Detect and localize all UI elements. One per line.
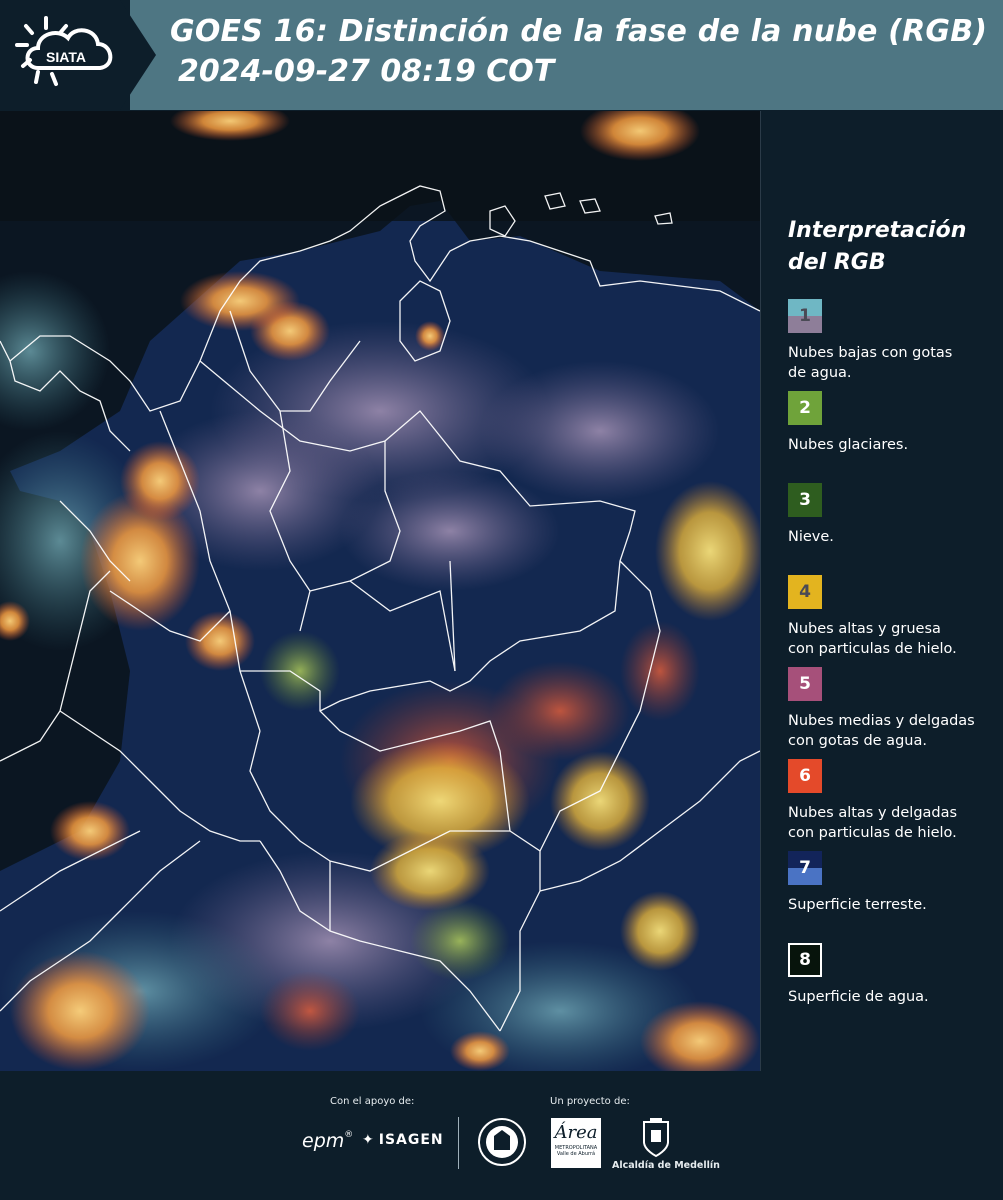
- logo-text: SIATA: [46, 49, 86, 65]
- legend-title-line2: del RGB: [788, 250, 886, 275]
- legend-label: Nubes glaciares.: [788, 435, 908, 455]
- epm-logo: epm®: [302, 1130, 354, 1152]
- legend-label: Superficie de agua.: [788, 987, 929, 1007]
- alcaldia-label: Alcaldía de Medellín: [612, 1160, 720, 1171]
- footer-divider: [458, 1117, 459, 1169]
- legend-label: Nubes medias y delgadas con gotas de agua…: [788, 711, 975, 751]
- legend-item: 7 Superficie terreste.: [788, 851, 993, 943]
- legend: Interpretación del RGB 1 Nubes bajas con …: [788, 215, 993, 1035]
- legend-number: 1: [799, 306, 811, 326]
- legend-items: 1 Nubes bajas con gotas de agua. 2 Nubes gla…: [788, 299, 993, 1035]
- support-label: Con el apoyo de:: [330, 1096, 415, 1107]
- isagen-star-icon: ✦: [362, 1132, 375, 1148]
- legend-swatch: 7: [788, 851, 822, 885]
- legend-label-line1: Superficie de agua.: [788, 989, 929, 1005]
- legend-number: 8: [799, 950, 811, 970]
- university-seal-icon: [478, 1118, 526, 1166]
- legend-label-line1: Nieve.: [788, 529, 834, 545]
- siata-logo-icon: SIATA: [15, 16, 113, 86]
- legend-item: 1 Nubes bajas con gotas de agua.: [788, 299, 993, 391]
- legend-swatch: 5: [788, 667, 822, 701]
- legend-number: 2: [799, 398, 811, 418]
- legend-item: 4 Nubes altas y gruesa con particulas de h…: [788, 575, 993, 667]
- area-logo-text: Área: [554, 1122, 598, 1143]
- area-logo-sub2: Valle de Aburrá: [556, 1151, 596, 1157]
- legend-item: 5 Nubes medias y delgadas con gotas de agu…: [788, 667, 993, 759]
- legend-swatch: 4: [788, 575, 822, 609]
- logo-arrow: [120, 0, 156, 110]
- legend-number: 7: [799, 858, 811, 878]
- legend-title-line1: Interpretación: [788, 218, 967, 243]
- legend-label: Nieve.: [788, 527, 834, 547]
- legend-label-line2: con gotas de agua.: [788, 733, 927, 749]
- legend-label-line1: Nubes medias y delgadas: [788, 713, 975, 729]
- page-title: GOES 16: Distinción de la fase de la nub…: [170, 14, 988, 49]
- legend-label: Nubes bajas con gotas de agua.: [788, 343, 952, 383]
- legend-label-line2: con particulas de hielo.: [788, 641, 957, 657]
- legend-label-line1: Nubes bajas con gotas: [788, 345, 953, 361]
- legend-item: 3 Nieve.: [788, 483, 993, 575]
- legend-swatch: 3: [788, 483, 822, 517]
- legend-label-line2: de agua.: [788, 365, 852, 381]
- epm-logo-text: epm: [302, 1130, 345, 1152]
- legend-swatch: 1: [788, 299, 822, 333]
- legend-label-line2: con particulas de hielo.: [788, 825, 957, 841]
- legend-label-line1: Nubes altas y delgadas: [788, 805, 958, 821]
- legend-number: 4: [799, 582, 811, 602]
- alcaldia-shield-icon: [643, 1118, 669, 1158]
- header-bar: SIATA GOES 16: Distinción de la fase de …: [0, 0, 1003, 110]
- legend-swatch: 6: [788, 759, 822, 793]
- logo-block: SIATA: [0, 0, 130, 110]
- legend-swatch: 2: [788, 391, 822, 425]
- area-metropolitana-logo: Área METROPOLITANA Valle de Aburrá: [551, 1118, 601, 1168]
- legend-number: 6: [799, 766, 811, 786]
- satellite-map: [0, 111, 761, 1071]
- legend-number: 3: [799, 490, 811, 510]
- legend-item: 2 Nubes glaciares.: [788, 391, 993, 483]
- legend-item: 6 Nubes altas y delgadas con particulas de…: [788, 759, 993, 851]
- legend-number: 5: [799, 674, 811, 694]
- satellite-image: [0, 111, 760, 1071]
- legend-label-line1: Superficie terreste.: [788, 897, 927, 913]
- legend-label: Superficie terreste.: [788, 895, 927, 915]
- legend-swatch: 8: [788, 943, 822, 977]
- timestamp: 2024-09-27 08:19 COT: [178, 54, 555, 89]
- legend-label: Nubes altas y delgadas con particulas de …: [788, 803, 957, 843]
- legend-label: Nubes altas y gruesa con particulas de hi…: [788, 619, 957, 659]
- legend-item: 8 Superficie de agua.: [788, 943, 993, 1035]
- legend-label-line1: Nubes glaciares.: [788, 437, 909, 453]
- legend-label-line1: Nubes altas y gruesa: [788, 621, 941, 637]
- isagen-logo-text: ISAGEN: [378, 1132, 444, 1148]
- project-label: Un proyecto de:: [550, 1096, 630, 1107]
- legend-title: Interpretación del RGB: [788, 215, 993, 279]
- footer: Con el apoyo de: Un proyecto de: epm® ✦ I…: [0, 1072, 1003, 1200]
- isagen-logo: ✦ ISAGEN: [362, 1132, 444, 1148]
